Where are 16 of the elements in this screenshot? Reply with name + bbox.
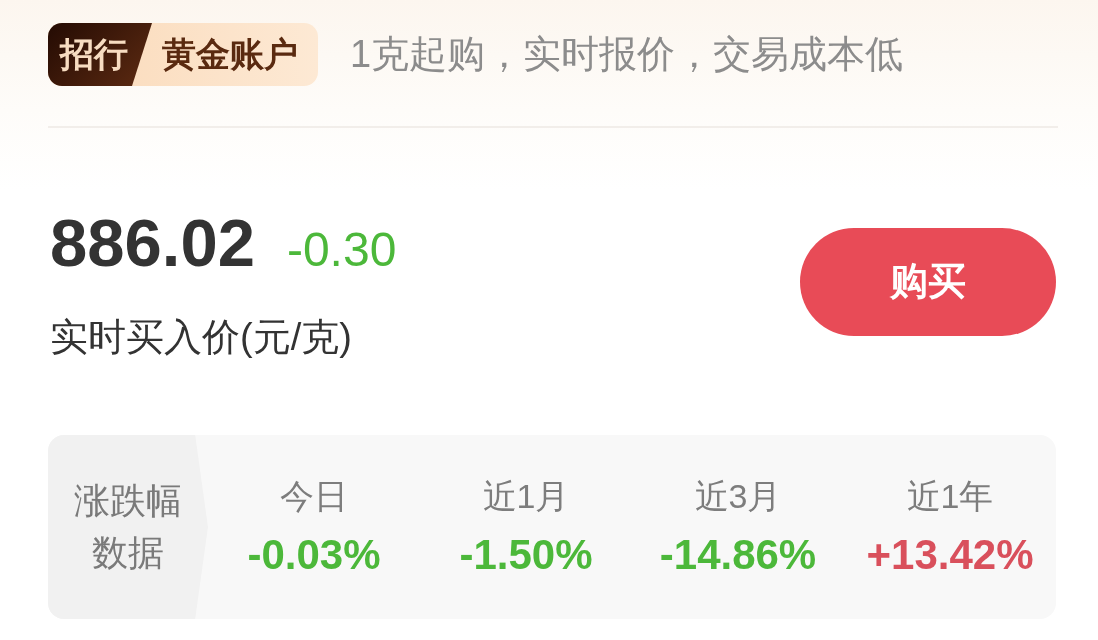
period-value: -1.50% (459, 530, 593, 580)
period-value: +13.42% (866, 530, 1034, 580)
period-label: 近1月 (482, 476, 570, 517)
tagline: 1克起购，实时报价，交易成本低 (350, 32, 904, 77)
period-label: 近3月 (694, 476, 782, 517)
buy-button[interactable]: 购买 (800, 227, 1056, 336)
period-value: -0.03% (247, 530, 381, 580)
price-change: -0.30 (286, 222, 397, 278)
period-label: 今日 (280, 476, 348, 517)
price-caption: 实时买入价(元/克) (50, 315, 352, 360)
bank-name: 招行 (48, 23, 152, 86)
period-value: -14.86% (659, 530, 817, 580)
period-label: 近1年 (906, 476, 994, 517)
product-name: 黄金账户 (161, 33, 299, 75)
price-value: 886.02 (50, 204, 255, 282)
performance-label: 涨跌幅数据 (73, 479, 183, 575)
